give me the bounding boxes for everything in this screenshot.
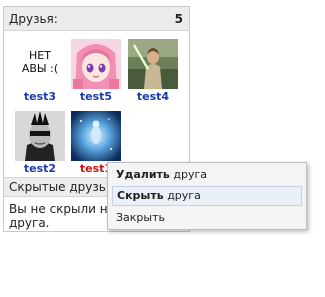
no-avatar-placeholder: НЕТ АВЫ :( [21, 49, 59, 75]
anime-girl-avatar[interactable] [71, 39, 121, 89]
friends-count: 5 [174, 11, 183, 26]
blue-light-avatar[interactable] [71, 111, 121, 161]
friend-name-link[interactable]: test5 [69, 90, 123, 104]
friend-name-link[interactable]: test4 [126, 90, 180, 104]
menu-item-text: Закрыть [116, 211, 165, 224]
jedi-avatar[interactable] [128, 39, 178, 89]
menu-item-delete-friend[interactable]: Удалить друга [112, 165, 302, 185]
friend-name-link[interactable]: test2 [13, 162, 67, 176]
menu-item-bold: Скрыть [117, 189, 164, 202]
menu-item-hide-friend[interactable]: Скрыть друга [112, 186, 302, 206]
friend-tile[interactable]: test4 [126, 36, 180, 104]
friend-tile[interactable]: НЕТ АВЫ :( test3 [13, 36, 67, 104]
menu-item-text: друга [169, 168, 208, 181]
friend-tile[interactable]: test2 [13, 108, 67, 176]
friends-title: Друзья: [9, 11, 58, 26]
menu-item-text: друга [163, 189, 201, 202]
mohawk-man-avatar[interactable] [15, 111, 65, 161]
friend-name-link[interactable]: test3 [13, 90, 67, 104]
friend-tile[interactable]: test5 [69, 36, 123, 104]
context-menu: Удалить друга Скрыть друга Закрыть [107, 162, 307, 230]
friends-header: Друзья: 5 [4, 7, 189, 31]
menu-item-bold: Удалить [116, 168, 170, 181]
menu-item-close[interactable]: Закрыть [112, 208, 302, 228]
